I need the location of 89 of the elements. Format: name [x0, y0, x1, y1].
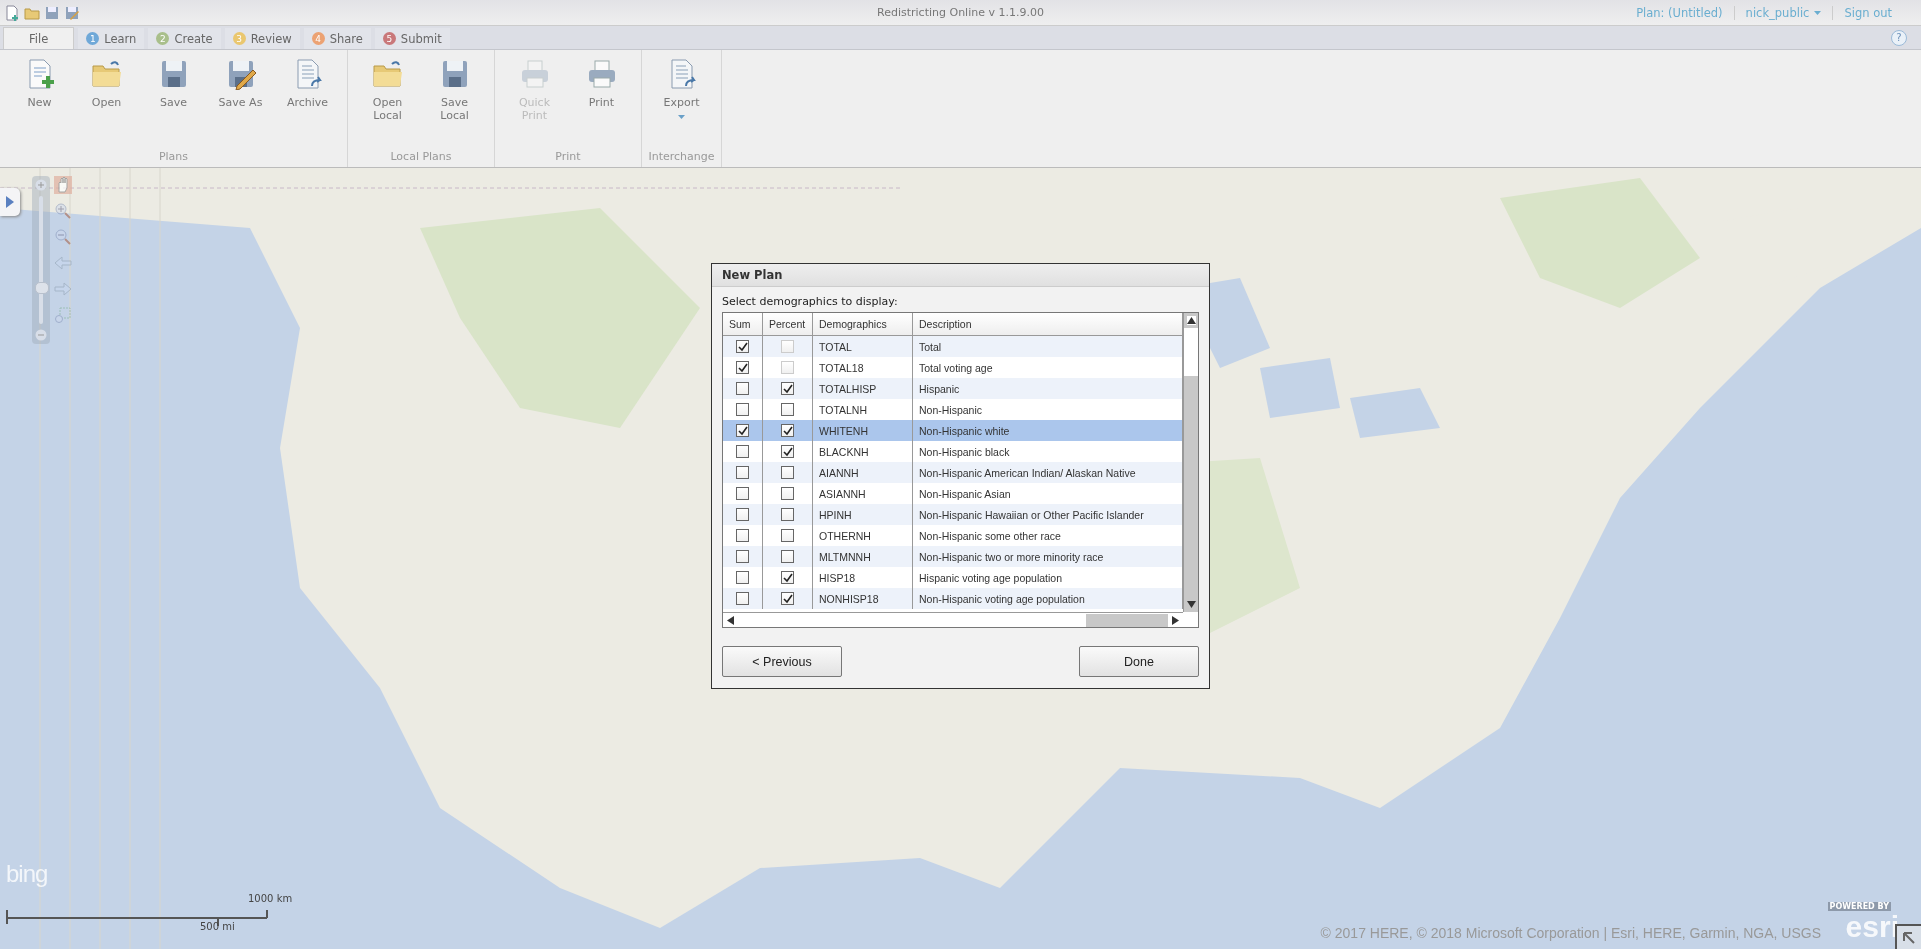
folder-icon: [371, 58, 404, 90]
ribbon-button[interactable]: Save Local: [421, 58, 488, 150]
table-row[interactable]: MLTMNNH Non-Hispanic two or more minority race: [723, 546, 1183, 567]
scroll-right-icon[interactable]: [1171, 615, 1180, 625]
scale-label: 500 mi: [200, 921, 235, 932]
panel-toggle-button[interactable]: [0, 188, 20, 216]
arrow-icon: [1902, 931, 1916, 945]
triangle-icon: [6, 196, 14, 208]
ribbon-button[interactable]: Save: [140, 58, 207, 150]
previous-button[interactable]: < Previous: [722, 646, 842, 677]
table-cell: TOTALHISP: [813, 378, 913, 399]
ribbon-button[interactable]: Export: [648, 58, 715, 150]
ribbon-tab[interactable]: File: [3, 27, 75, 49]
group-label: Interchange: [648, 150, 715, 163]
ribbon-button[interactable]: Save As: [207, 58, 274, 150]
horizontal-scrollbar[interactable]: [723, 612, 1183, 627]
checkbox[interactable]: [736, 361, 749, 374]
scrollbar-thumb[interactable]: [1184, 328, 1198, 376]
column-header[interactable]: Percent: [763, 313, 813, 335]
table-row[interactable]: WHITENH Non-Hispanic white: [723, 420, 1183, 441]
ribbon-button[interactable]: Archive: [274, 58, 341, 150]
scrollbar-thumb[interactable]: [1086, 613, 1168, 627]
checkbox[interactable]: [736, 571, 749, 584]
ribbon-button[interactable]: Print: [568, 58, 635, 150]
checkbox[interactable]: [736, 424, 749, 437]
slider-thumb[interactable]: [35, 282, 49, 295]
table-row[interactable]: TOTALHISP Hispanic: [723, 378, 1183, 399]
caret-icon: [678, 115, 685, 119]
checkbox[interactable]: [736, 529, 749, 542]
group-label: Plans: [158, 150, 189, 163]
table-cell: AIANNH: [813, 462, 913, 483]
caret-icon: [1814, 10, 1822, 15]
checkbox[interactable]: [781, 424, 794, 437]
dialog-prompt: Select demographics to display:: [722, 295, 899, 308]
table-cell: HPINH: [813, 504, 913, 525]
group-label: Print: [555, 150, 581, 163]
vertical-scrollbar[interactable]: [1183, 313, 1198, 612]
powered-by-label: POWERED BY: [1827, 902, 1891, 911]
checkbox[interactable]: [781, 508, 794, 521]
checkbox[interactable]: [736, 340, 749, 353]
ribbon-tab[interactable]: 3 Review: [224, 28, 300, 49]
column-header[interactable]: Sum: [723, 313, 763, 335]
scroll-down-icon[interactable]: [1187, 600, 1196, 609]
scale-label: 1000 km: [248, 893, 293, 904]
checkbox[interactable]: [736, 382, 749, 395]
checkbox[interactable]: [736, 403, 749, 416]
ribbon-tab[interactable]: 4 Share: [303, 28, 371, 49]
table-cell: MLTMNNH: [813, 546, 913, 567]
table-row[interactable]: NONHISP18 Non-Hispanic voting age population: [723, 588, 1183, 609]
table-cell: TOTAL: [813, 336, 913, 357]
scroll-left-icon[interactable]: [726, 615, 735, 625]
checkbox[interactable]: [736, 487, 749, 500]
column-header[interactable]: Demographics: [813, 313, 913, 335]
ribbon-tab[interactable]: 1 Learn: [78, 28, 145, 49]
checkbox[interactable]: [781, 466, 794, 479]
table-cell: NONHISP18: [813, 588, 913, 609]
ribbon-button[interactable]: New: [6, 58, 73, 150]
table-row[interactable]: TOTAL Total: [723, 336, 1183, 357]
ribbon-tab[interactable]: 5 Submit: [374, 28, 450, 49]
checkbox[interactable]: [781, 487, 794, 500]
scroll-up-icon[interactable]: [1187, 316, 1196, 325]
checkbox[interactable]: [781, 403, 794, 416]
checkbox[interactable]: [781, 550, 794, 563]
checkbox[interactable]: [736, 466, 749, 479]
ribbon-tab[interactable]: 2 Create: [148, 28, 221, 49]
checkbox[interactable]: [736, 508, 749, 521]
collapse-button[interactable]: [1895, 924, 1921, 949]
group-label: Local Plans: [390, 150, 452, 163]
ribbon-button[interactable]: Open Local: [354, 58, 421, 150]
app-title: Redistricting Online v 1.1.9.00: [877, 6, 1044, 19]
checkbox[interactable]: [781, 382, 794, 395]
table-cell: WHITENH: [813, 420, 913, 441]
dialog-title: New Plan: [722, 268, 783, 282]
table-row[interactable]: HPINH Non-Hispanic Hawaiian or Other Pacific Islander: [723, 504, 1183, 525]
done-button[interactable]: Done: [1079, 646, 1199, 677]
checkbox[interactable]: [736, 445, 749, 458]
ribbon-button[interactable]: Open: [73, 58, 140, 150]
new-document-icon[interactable]: [4, 4, 20, 21]
checkbox[interactable]: [736, 550, 749, 563]
folder-icon: [90, 58, 123, 90]
zoom-slider[interactable]: [32, 176, 50, 344]
checkbox[interactable]: [781, 529, 794, 542]
checkbox[interactable]: [781, 445, 794, 458]
checkbox[interactable]: [781, 592, 794, 605]
checkbox[interactable]: [781, 571, 794, 584]
map-attribution: © 2017 HERE, © 2018 Microsoft Corporation | Esri, HERE, Garmin, NGA, USGS: [1320, 925, 1821, 941]
table-row[interactable]: AIANNH Non-Hispanic American Indian/ Alaskan Native: [723, 462, 1183, 483]
help-icon[interactable]: ?: [1891, 29, 1907, 46]
checkbox[interactable]: [736, 592, 749, 605]
